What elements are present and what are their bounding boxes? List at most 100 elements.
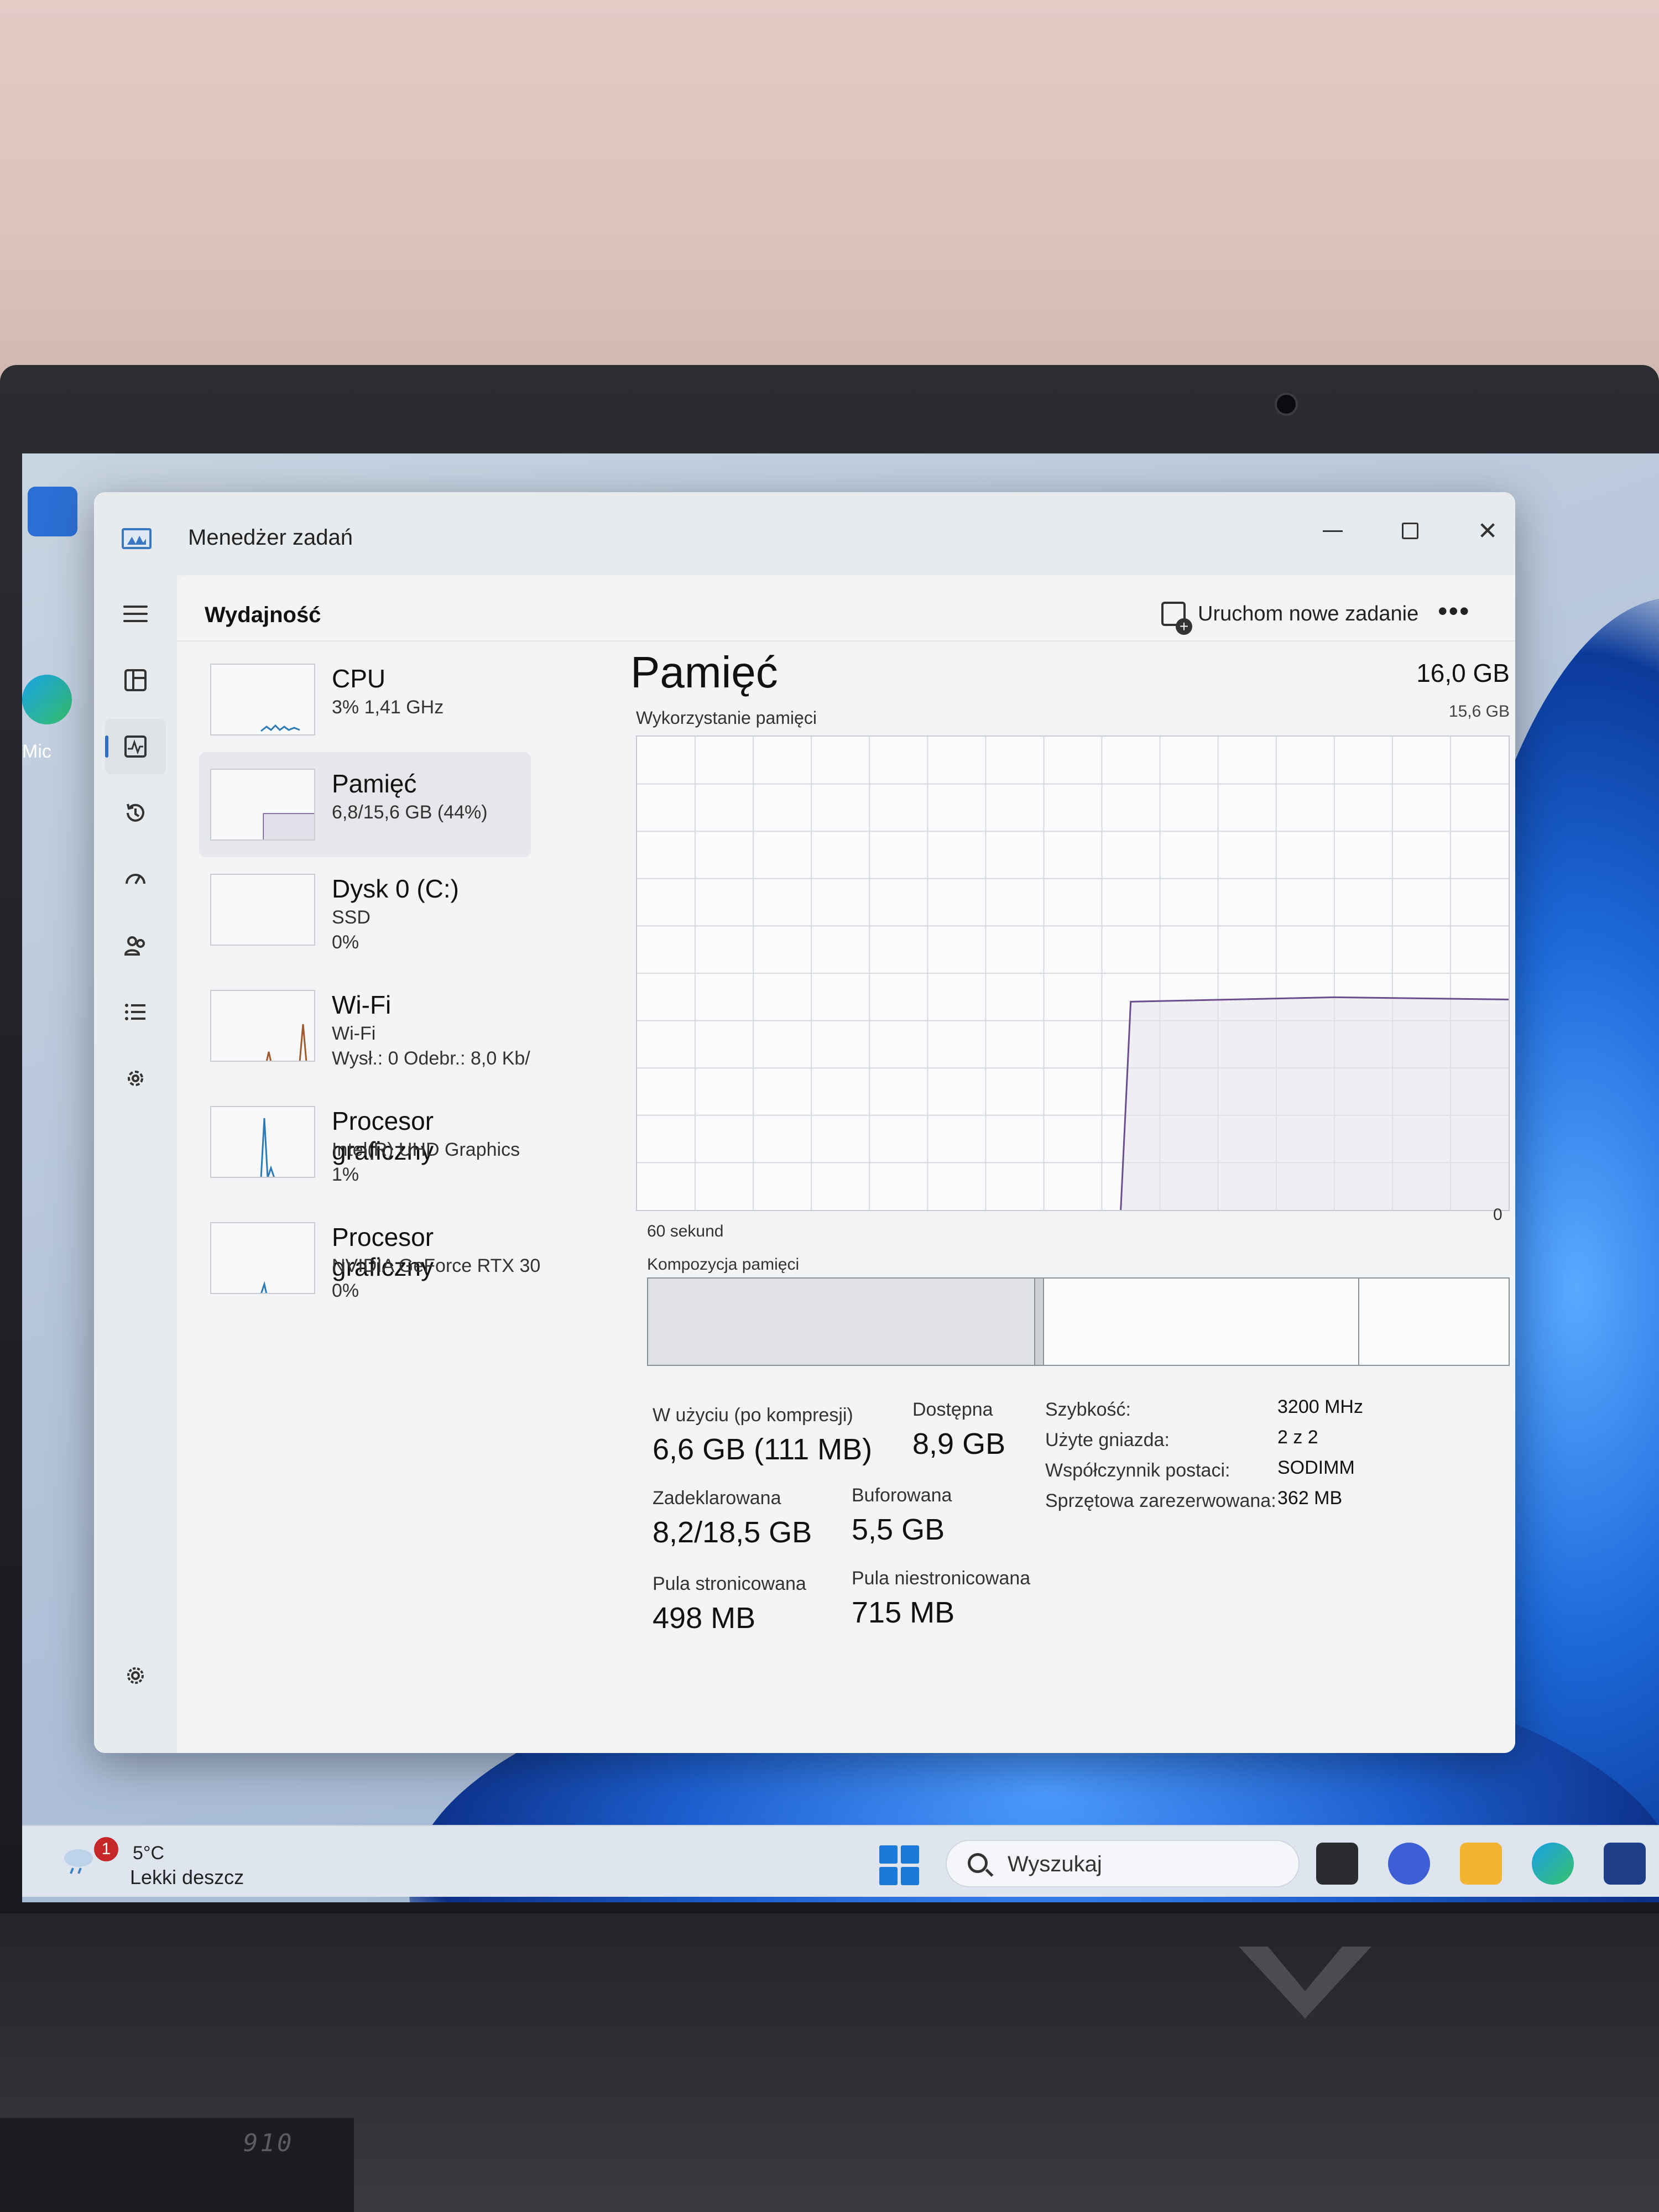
task-manager-window: Menedżer zadań ✕ Wydajność + Uruchom now… <box>94 492 1515 1753</box>
device-throughput: Wysł.: 0 Odebr.: 8,0 Kb/ <box>332 1048 530 1069</box>
page-title: Wydajność <box>205 603 321 627</box>
desktop-screen: Mic Menedżer zadań ✕ Wydajność + Uruchom… <box>22 453 1659 1902</box>
device-item-disk[interactable]: Dysk 0 (C:) SSD 0% <box>199 857 531 962</box>
minimize-button[interactable] <box>1300 509 1366 553</box>
meet-chat-icon[interactable] <box>1388 1843 1430 1885</box>
nav-performance[interactable] <box>105 719 166 774</box>
wifi-thumbnail-graph <box>210 990 315 1062</box>
keyboard-edge <box>0 2118 354 2212</box>
nav-users[interactable] <box>105 918 166 973</box>
in-use-label: W użyciu (po kompresji) <box>653 1405 853 1426</box>
search-placeholder: Wyszukaj <box>1008 1852 1102 1876</box>
nav-app-history[interactable] <box>105 785 166 841</box>
memory-composition-bar <box>647 1277 1510 1366</box>
users-icon <box>124 936 145 956</box>
desktop-shortcut-label: Mic <box>22 741 51 762</box>
disk-thumbnail-graph <box>210 874 315 946</box>
settings-icon <box>127 1667 144 1684</box>
edge-browser-icon[interactable] <box>1532 1843 1574 1885</box>
weather-description[interactable]: Lekki deszcz <box>130 1866 244 1889</box>
nav-startup-apps[interactable] <box>105 852 166 907</box>
committed-value: 8,2/18,5 GB <box>653 1516 812 1549</box>
close-button[interactable]: ✕ <box>1454 509 1515 553</box>
graph-time-label: 60 sekund <box>647 1222 724 1240</box>
composition-free <box>1359 1279 1509 1365</box>
desktop-shortcut-icon[interactable] <box>28 487 77 536</box>
device-detail: 3% 1,41 GHz <box>332 697 444 718</box>
device-usage: 0% <box>332 932 359 953</box>
page-header: Wydajność Uruchom nowe zadanie ••• <box>177 575 1515 641</box>
taskbar-search[interactable]: Wyszukaj <box>946 1840 1300 1887</box>
device-usage: 0% <box>332 1280 359 1301</box>
details-icon <box>125 1004 145 1020</box>
memory-usage-area <box>1120 997 1509 1210</box>
form-factor-label: Współczynnik postaci: <box>1045 1460 1230 1481</box>
background-wall <box>0 0 1659 420</box>
device-detail: NVIDIA GeForce RTX 30 <box>332 1255 541 1276</box>
memory-usage-label: Wykorzystanie pamięci <box>636 708 817 728</box>
startup-apps-icon <box>126 874 145 884</box>
device-detail: Intel(R) UHD Graphics <box>332 1139 520 1160</box>
performance-content: Wydajność Uruchom nowe zadanie ••• CPU 3… <box>177 575 1515 1753</box>
committed-label: Zadeklarowana <box>653 1488 781 1509</box>
speed-label: Szybkość: <box>1045 1399 1131 1420</box>
task-view-icon[interactable] <box>1316 1843 1358 1885</box>
device-item-gpu-intel[interactable]: Procesor graficzny Intel(R) UHD Graphics… <box>199 1089 531 1194</box>
more-options-button[interactable]: ••• <box>1438 595 1470 627</box>
processes-icon <box>124 669 147 691</box>
nav-menu-button[interactable] <box>105 586 166 641</box>
memory-composition-label: Kompozycja pamięci <box>647 1255 800 1274</box>
device-detail: SSD <box>332 907 371 928</box>
taskbar: 1 5°C Lekki deszcz Wyszukaj <box>22 1825 1659 1897</box>
device-detail: 6,8/15,6 GB (44%) <box>332 802 488 823</box>
device-item-wifi[interactable]: Wi-Fi Wi-Fi Wysł.: 0 Odebr.: 8,0 Kb/ <box>199 973 531 1078</box>
composition-modified <box>1035 1279 1044 1365</box>
nonpaged-pool-label: Pula niestronicowana <box>852 1568 1031 1589</box>
window-title: Menedżer zadań <box>188 525 353 550</box>
search-icon <box>968 1853 988 1873</box>
services-icon <box>128 1071 143 1086</box>
cached-label: Buforowana <box>852 1485 952 1506</box>
composition-in-use <box>648 1279 1035 1365</box>
weather-temperature[interactable]: 5°C <box>133 1843 164 1864</box>
device-name: Pamięć <box>332 769 417 798</box>
keyboard-mark: 910 <box>243 2129 294 2157</box>
nonpaged-pool-value: 715 MB <box>852 1596 955 1629</box>
graph-zero-label: 0 <box>1493 1206 1503 1224</box>
close-icon: ✕ <box>1477 517 1498 545</box>
performance-icon <box>124 735 147 758</box>
device-item-memory[interactable]: Pamięć 6,8/15,6 GB (44%) <box>199 752 531 857</box>
cpu-thumbnail-graph <box>210 664 315 735</box>
device-item-cpu[interactable]: CPU 3% 1,41 GHz <box>199 647 531 752</box>
slots-label: Użyte gniazda: <box>1045 1430 1170 1451</box>
nav-details[interactable] <box>105 984 166 1040</box>
nav-processes[interactable] <box>105 653 166 708</box>
memory-usage-graph <box>636 735 1510 1211</box>
maximize-button[interactable] <box>1377 509 1443 553</box>
cached-value: 5,5 GB <box>852 1513 945 1546</box>
graph-max-value: 15,6 GB <box>1448 702 1510 721</box>
device-usage: 1% <box>332 1164 359 1185</box>
title-bar[interactable]: Menedżer zadań ✕ <box>94 492 1515 575</box>
composition-standby <box>1044 1279 1359 1365</box>
new-task-icon <box>1161 602 1192 635</box>
windows-logo-icon <box>879 1845 898 1864</box>
nav-rail <box>94 575 177 1753</box>
webcam <box>1275 393 1298 416</box>
device-name: CPU <box>332 664 386 693</box>
device-name: Wi-Fi <box>332 990 392 1019</box>
device-name: Dysk 0 (C:) <box>332 874 459 903</box>
nav-settings[interactable] <box>105 1648 166 1703</box>
memory-thumbnail-graph <box>210 769 315 841</box>
file-explorer-icon[interactable] <box>1460 1843 1502 1885</box>
nav-services[interactable] <box>105 1051 166 1106</box>
store-icon[interactable] <box>1604 1843 1646 1885</box>
run-new-task-button[interactable]: Uruchom nowe zadanie <box>1161 592 1418 636</box>
edge-shortcut-icon[interactable] <box>22 675 72 724</box>
start-button[interactable] <box>879 1845 919 1885</box>
available-label: Dostępna <box>912 1399 993 1420</box>
device-item-gpu-nvidia[interactable]: Procesor graficzny NVIDIA GeForce RTX 30… <box>199 1206 540 1311</box>
slots-value: 2 z 2 <box>1277 1427 1318 1448</box>
gpu-intel-thumbnail-graph <box>210 1106 315 1178</box>
task-manager-app-icon <box>122 528 152 549</box>
